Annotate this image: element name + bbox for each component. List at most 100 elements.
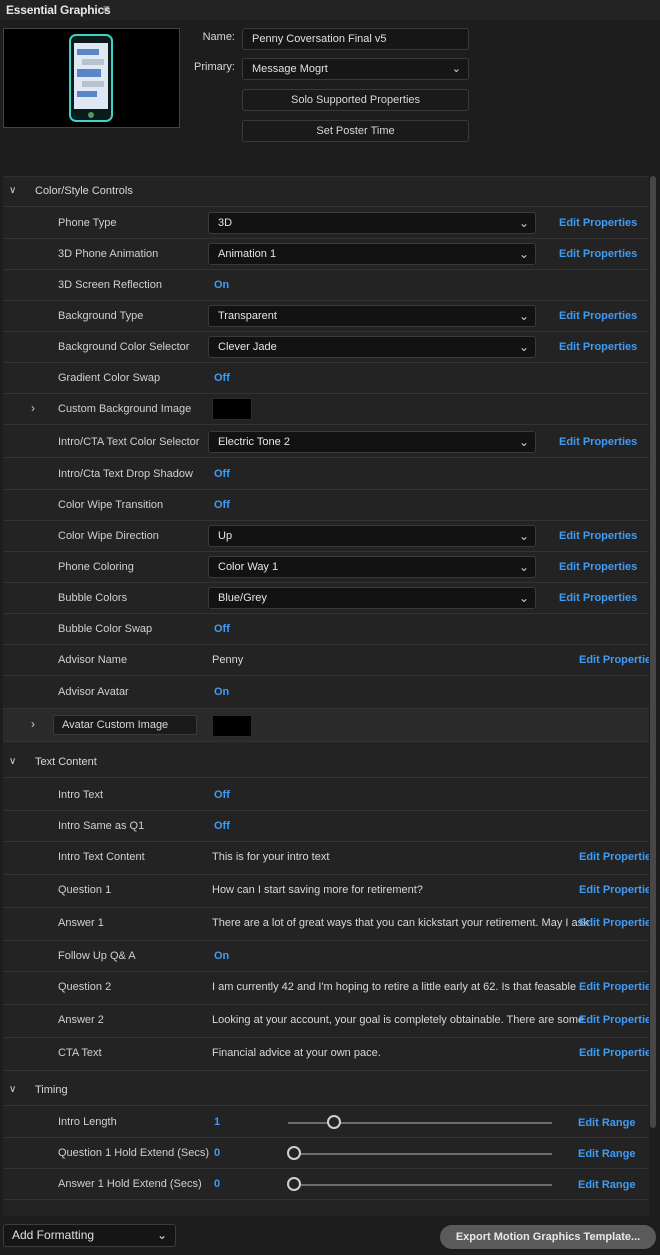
phone-animation-select[interactable]: Animation 1 ⌄ bbox=[208, 243, 536, 265]
row-advisor-name: Advisor Name Penny Edit Properties bbox=[3, 645, 649, 676]
answer-1-field[interactable]: There are a lot of great ways that you c… bbox=[212, 917, 589, 929]
custom-background-swatch[interactable] bbox=[212, 398, 252, 420]
edit-properties-link[interactable]: Edit Properties bbox=[559, 436, 637, 448]
edit-properties-link[interactable]: Edit Properties bbox=[579, 851, 649, 863]
property-label: CTA Text bbox=[58, 1047, 102, 1059]
intro-text-toggle[interactable]: Off bbox=[214, 789, 230, 801]
property-label: Advisor Avatar bbox=[58, 686, 129, 698]
section-text-content[interactable]: ∨ Text Content bbox=[3, 748, 649, 778]
select-value: Color Way 1 bbox=[218, 561, 279, 573]
chevron-down-icon: ⌄ bbox=[518, 309, 529, 323]
primary-select[interactable]: Message Mogrt ⌄ bbox=[242, 58, 469, 80]
select-value: Blue/Grey bbox=[218, 592, 267, 604]
avatar-custom-image-label[interactable]: Avatar Custom Image bbox=[53, 715, 197, 735]
avatar-custom-swatch[interactable] bbox=[212, 715, 252, 737]
select-value: Animation 1 bbox=[218, 248, 277, 260]
bubble-swap-toggle[interactable]: Off bbox=[214, 623, 230, 635]
advisor-name-field[interactable]: Penny bbox=[212, 654, 243, 666]
edit-range-link[interactable]: Edit Range bbox=[578, 1179, 635, 1191]
background-type-select[interactable]: Transparent ⌄ bbox=[208, 305, 536, 327]
gradient-swap-toggle[interactable]: Off bbox=[214, 372, 230, 384]
question-2-field[interactable]: I am currently 42 and I'm hoping to reti… bbox=[212, 981, 576, 993]
wipe-direction-select[interactable]: Up ⌄ bbox=[208, 525, 536, 547]
select-value: Up bbox=[218, 530, 233, 542]
follow-up-toggle[interactable]: On bbox=[214, 950, 229, 962]
edit-properties-link[interactable]: Edit Properties bbox=[559, 341, 637, 353]
drop-shadow-toggle[interactable]: Off bbox=[214, 468, 230, 480]
bubble-colors-select[interactable]: Blue/Grey ⌄ bbox=[208, 587, 536, 609]
cta-text-field[interactable]: Financial advice at your own pace. bbox=[212, 1047, 381, 1059]
property-label: Color Wipe Transition bbox=[58, 499, 164, 511]
intro-text-content-field[interactable]: This is for your intro text bbox=[212, 851, 329, 863]
intro-same-toggle[interactable]: Off bbox=[214, 820, 230, 832]
chevron-down-icon: ⌄ bbox=[518, 560, 529, 574]
solo-supported-properties-button[interactable]: Solo Supported Properties bbox=[242, 89, 469, 111]
chevron-down-icon: ⌄ bbox=[518, 591, 529, 605]
intro-length-value[interactable]: 1 bbox=[214, 1116, 220, 1128]
chevron-right-icon[interactable]: › bbox=[31, 401, 35, 415]
add-formatting-select[interactable]: Add Formatting ⌄ bbox=[3, 1224, 176, 1247]
section-timing[interactable]: ∨ Timing bbox=[3, 1076, 649, 1106]
primary-select-value: Message Mogrt bbox=[252, 63, 328, 75]
edit-properties-link[interactable]: Edit Properties bbox=[579, 654, 649, 666]
edit-range-link[interactable]: Edit Range bbox=[578, 1148, 635, 1160]
edit-properties-link[interactable]: Edit Properties bbox=[559, 592, 637, 604]
property-label: Background Type bbox=[58, 310, 144, 322]
vertical-scrollbar[interactable] bbox=[650, 176, 656, 1128]
row-intro-length: Intro Length 1 Edit Range bbox=[3, 1107, 649, 1138]
slider-knob[interactable] bbox=[287, 1146, 301, 1160]
row-intro-text-content: Intro Text Content This is for your intr… bbox=[3, 842, 649, 875]
edit-properties-link[interactable]: Edit Properties bbox=[559, 530, 637, 542]
properties-list[interactable]: ∨ Color/Style Controls Phone Type 3D ⌄ Ed… bbox=[3, 176, 649, 1216]
edit-properties-link[interactable]: Edit Properties bbox=[579, 1047, 649, 1059]
phone-coloring-select[interactable]: Color Way 1 ⌄ bbox=[208, 556, 536, 578]
edit-properties-link[interactable]: Edit Properties bbox=[579, 981, 649, 993]
intro-cta-color-select[interactable]: Electric Tone 2 ⌄ bbox=[208, 431, 536, 453]
section-title: Text Content bbox=[35, 756, 97, 768]
q1-hold-value[interactable]: 0 bbox=[214, 1147, 220, 1159]
property-label: Bubble Color Swap bbox=[58, 623, 153, 635]
wipe-transition-toggle[interactable]: Off bbox=[214, 499, 230, 511]
row-question-1-hold: Question 1 Hold Extend (Secs) 0 Edit Ran… bbox=[3, 1138, 649, 1169]
row-custom-background-image: › Custom Background Image bbox=[3, 394, 649, 425]
slider-knob[interactable] bbox=[326, 1115, 341, 1129]
panel-menu-icon[interactable]: ≡ bbox=[103, 2, 110, 16]
chevron-down-icon: ⌄ bbox=[518, 340, 529, 354]
row-intro-text: Intro Text Off bbox=[3, 780, 649, 811]
chevron-right-icon[interactable]: › bbox=[31, 717, 35, 731]
section-color-style[interactable]: ∨ Color/Style Controls bbox=[3, 177, 649, 207]
a1-hold-value[interactable]: 0 bbox=[214, 1178, 220, 1190]
property-label: Intro/Cta Text Drop Shadow bbox=[58, 468, 193, 480]
slider-knob[interactable] bbox=[287, 1177, 301, 1191]
chevron-down-icon: ⌄ bbox=[518, 216, 529, 230]
edit-properties-link[interactable]: Edit Properties bbox=[559, 310, 637, 322]
background-color-select[interactable]: Clever Jade ⌄ bbox=[208, 336, 536, 358]
edit-properties-link[interactable]: Edit Properties bbox=[559, 217, 637, 229]
chevron-down-icon[interactable]: ∨ bbox=[9, 1084, 16, 1095]
select-value: Electric Tone 2 bbox=[218, 436, 290, 448]
a1-hold-slider[interactable] bbox=[288, 1184, 552, 1186]
name-field[interactable]: Penny Coversation Final v5 bbox=[242, 28, 469, 50]
q1-hold-slider[interactable] bbox=[288, 1153, 552, 1155]
question-1-field[interactable]: How can I start saving more for retireme… bbox=[212, 884, 423, 896]
export-template-button[interactable]: Export Motion Graphics Template... bbox=[440, 1225, 656, 1249]
set-poster-time-button[interactable]: Set Poster Time bbox=[242, 120, 469, 142]
edit-properties-link[interactable]: Edit Properties bbox=[559, 561, 637, 573]
screen-reflection-toggle[interactable]: On bbox=[214, 279, 229, 291]
advisor-avatar-toggle[interactable]: On bbox=[214, 686, 229, 698]
template-thumbnail bbox=[3, 28, 180, 128]
property-label: 3D Screen Reflection bbox=[58, 279, 162, 291]
edit-properties-link[interactable]: Edit Properties bbox=[579, 917, 649, 929]
edit-properties-link[interactable]: Edit Properties bbox=[559, 248, 637, 260]
property-label: Color Wipe Direction bbox=[58, 530, 159, 542]
row-cta-text: CTA Text Financial advice at your own pa… bbox=[3, 1038, 649, 1071]
phone-type-select[interactable]: 3D ⌄ bbox=[208, 212, 536, 234]
chevron-down-icon[interactable]: ∨ bbox=[9, 185, 16, 196]
chevron-down-icon[interactable]: ∨ bbox=[9, 756, 16, 767]
edit-properties-link[interactable]: Edit Properties bbox=[579, 884, 649, 896]
edit-properties-link[interactable]: Edit Properties bbox=[579, 1014, 649, 1026]
answer-2-field[interactable]: Looking at your account, your goal is co… bbox=[212, 1014, 584, 1026]
add-formatting-label: Add Formatting bbox=[12, 1228, 95, 1242]
row-answer-1: Answer 1 There are a lot of great ways t… bbox=[3, 908, 649, 941]
edit-range-link[interactable]: Edit Range bbox=[578, 1117, 635, 1129]
